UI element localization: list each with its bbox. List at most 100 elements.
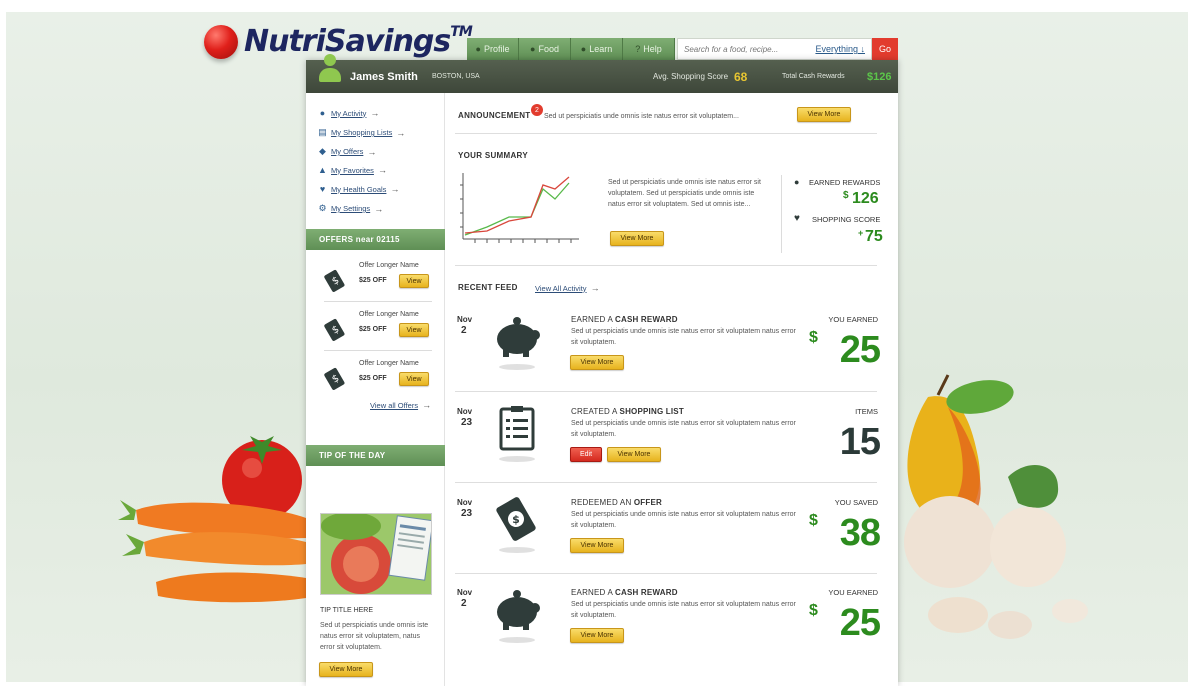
sidebar-item-my-shopping-lists[interactable]: ▤ My Shopping Lists → bbox=[318, 127, 405, 138]
offer-view-button[interactable]: View bbox=[399, 323, 429, 337]
view-all-offers-label: View all Offers bbox=[370, 400, 419, 410]
thumbs-up-icon: ▲ bbox=[318, 165, 327, 175]
main-nav: ● Profile ● Food ● Learn ? Help bbox=[467, 38, 675, 60]
feed-dollar-sign: $ bbox=[809, 512, 818, 529]
piggy-bank-icon bbox=[497, 317, 540, 370]
tip-image bbox=[320, 513, 432, 595]
total-rewards-label: Total Cash Rewards bbox=[782, 73, 845, 80]
logo-ball-icon bbox=[204, 24, 238, 59]
divider bbox=[455, 133, 877, 134]
vegetables-illustration-left bbox=[118, 436, 306, 603]
announcement-label: ANNOUNCEMENT bbox=[458, 111, 531, 120]
summary-view-more-button[interactable]: View More bbox=[610, 231, 664, 246]
feed-title-bold: CASH REWARD bbox=[615, 588, 678, 597]
brand-name: NutriSavings bbox=[244, 24, 451, 59]
feed-title: CREATED A SHOPPING LIST bbox=[571, 407, 684, 416]
tip-heading: TIP TITLE HERE bbox=[320, 607, 374, 614]
tab-help[interactable]: ? Help bbox=[623, 38, 675, 60]
feed-view-more-button[interactable]: View More bbox=[570, 355, 624, 370]
sidebar-item-my-health-goals[interactable]: ♥ My Health Goals → bbox=[318, 184, 400, 194]
feed-title-bold: CASH REWARD bbox=[615, 315, 678, 324]
feed-month: Nov bbox=[457, 588, 473, 597]
feed-meta-label: YOU EARNED bbox=[828, 588, 878, 597]
summary-series-green bbox=[464, 182, 570, 236]
tab-food[interactable]: ● Food bbox=[519, 38, 571, 60]
vegetables-illustration-right bbox=[904, 374, 1088, 639]
view-all-activity-link[interactable]: View All Activity → bbox=[535, 283, 600, 293]
feed-day: 23 bbox=[461, 508, 473, 519]
feed-title-prefix: REDEEMED AN bbox=[571, 498, 634, 507]
feed-value: 25 bbox=[839, 329, 881, 371]
tab-label: Learn bbox=[589, 44, 613, 54]
feed-dollar-sign: $ bbox=[809, 329, 818, 346]
offer-name: Offer Longer Name bbox=[359, 262, 419, 269]
feed-title-bold: SHOPPING LIST bbox=[619, 407, 684, 416]
tab-learn[interactable]: ● Learn bbox=[571, 38, 623, 60]
user-location: BOSTON, USA bbox=[432, 73, 480, 80]
summary-title: YOUR SUMMARY bbox=[458, 151, 528, 160]
feed-view-more-button[interactable]: View More bbox=[570, 628, 624, 643]
offer-amount: $25 OFF bbox=[359, 277, 387, 284]
earned-rewards-label: EARNED REWARDS bbox=[809, 178, 881, 187]
total-rewards-value: $126 bbox=[867, 70, 892, 83]
offer-item: $ Offer Longer Name $25 OFF View bbox=[323, 262, 433, 302]
search-scope-dropdown[interactable]: Everything ↓ bbox=[815, 44, 865, 54]
divider bbox=[455, 391, 877, 392]
tip-view-more-button[interactable]: View More bbox=[319, 662, 373, 677]
feed-title-prefix: EARNED A bbox=[571, 588, 616, 597]
search-go-button[interactable]: Go bbox=[872, 38, 898, 60]
clipboard-icon: ▤ bbox=[318, 127, 327, 137]
feed-title: REDEEMED AN OFFER bbox=[571, 498, 662, 507]
feed-view-more-button[interactable]: View More bbox=[607, 447, 661, 462]
feed-month: Nov bbox=[457, 315, 473, 324]
arrow-right-icon: → bbox=[396, 127, 406, 138]
sidebar-item-my-favorites[interactable]: ▲ My Favorites → bbox=[318, 165, 387, 175]
sidebar-item-my-offers[interactable]: ◆ My Offers → bbox=[318, 146, 376, 157]
offers-section-title: OFFERS near 02115 bbox=[306, 229, 445, 250]
feed-title: EARNED A CASH REWARD bbox=[571, 588, 678, 597]
shopping-score-value: 75 bbox=[865, 228, 883, 245]
feed-month: Nov bbox=[457, 498, 473, 507]
sidebar-item-my-settings[interactable]: ⚙ My Settings → bbox=[318, 203, 383, 214]
sidebar-item-label: My Shopping Lists bbox=[331, 128, 393, 137]
summary-line-chart bbox=[460, 173, 579, 243]
search-input[interactable]: Search for a food, recipe... Everything … bbox=[677, 38, 872, 60]
feed-title-bold: OFFER bbox=[633, 498, 662, 507]
feed-view-more-button[interactable]: View More bbox=[570, 538, 624, 553]
feed-description: Sed ut perspiciatis unde omnis iste natu… bbox=[571, 328, 796, 346]
sidebar-item-my-activity[interactable]: ● My Activity → bbox=[318, 108, 380, 118]
person-icon: ● bbox=[319, 108, 326, 118]
offer-view-button[interactable]: View bbox=[399, 274, 429, 288]
dollar-tag-icon: $ bbox=[324, 318, 345, 341]
sidebar-item-label: My Health Goals bbox=[331, 184, 387, 194]
tab-label: Help bbox=[643, 44, 662, 54]
search-placeholder: Search for a food, recipe... bbox=[684, 44, 779, 54]
avatar[interactable] bbox=[319, 54, 341, 84]
earned-rewards-dollar: $ bbox=[843, 190, 849, 201]
chevron-down-icon: ↓ bbox=[860, 44, 866, 54]
offer-view-button[interactable]: View bbox=[399, 372, 429, 386]
announcement-view-more-button[interactable]: View More bbox=[797, 107, 851, 122]
divider bbox=[781, 175, 782, 253]
offer-item: $ Offer Longer Name $25 OFF View bbox=[323, 311, 433, 351]
offer-name: Offer Longer Name bbox=[359, 311, 419, 318]
view-all-activity-label: View All Activity bbox=[535, 283, 587, 293]
apple-icon: ● bbox=[530, 44, 536, 54]
feed-value: 25 bbox=[839, 602, 881, 644]
feed-item: Nov 2 EARNED A CASH REWARD Sed ut perspi… bbox=[445, 588, 898, 680]
feed-item: Nov 2 EARNED A CASH REWARD Sed ut perspi… bbox=[445, 315, 898, 407]
user-name: James Smith bbox=[350, 70, 418, 83]
avg-score-value: 68 bbox=[734, 69, 748, 84]
tip-section-title: TIP OF THE DAY bbox=[306, 445, 445, 466]
shopping-score-plus: + bbox=[858, 228, 864, 238]
recent-feed-title: RECENT FEED bbox=[458, 283, 518, 292]
heart-icon: ♥ bbox=[794, 213, 800, 224]
feed-edit-button[interactable]: Edit bbox=[570, 447, 602, 462]
feed-meta-label: YOU EARNED bbox=[828, 315, 878, 324]
tab-label: Food bbox=[538, 44, 559, 54]
tab-profile[interactable]: ● Profile bbox=[467, 38, 519, 60]
view-all-offers-link[interactable]: View all Offers → bbox=[370, 400, 431, 410]
divider bbox=[324, 350, 432, 351]
feed-day: 23 bbox=[461, 417, 473, 428]
feed-day: 2 bbox=[461, 325, 467, 336]
